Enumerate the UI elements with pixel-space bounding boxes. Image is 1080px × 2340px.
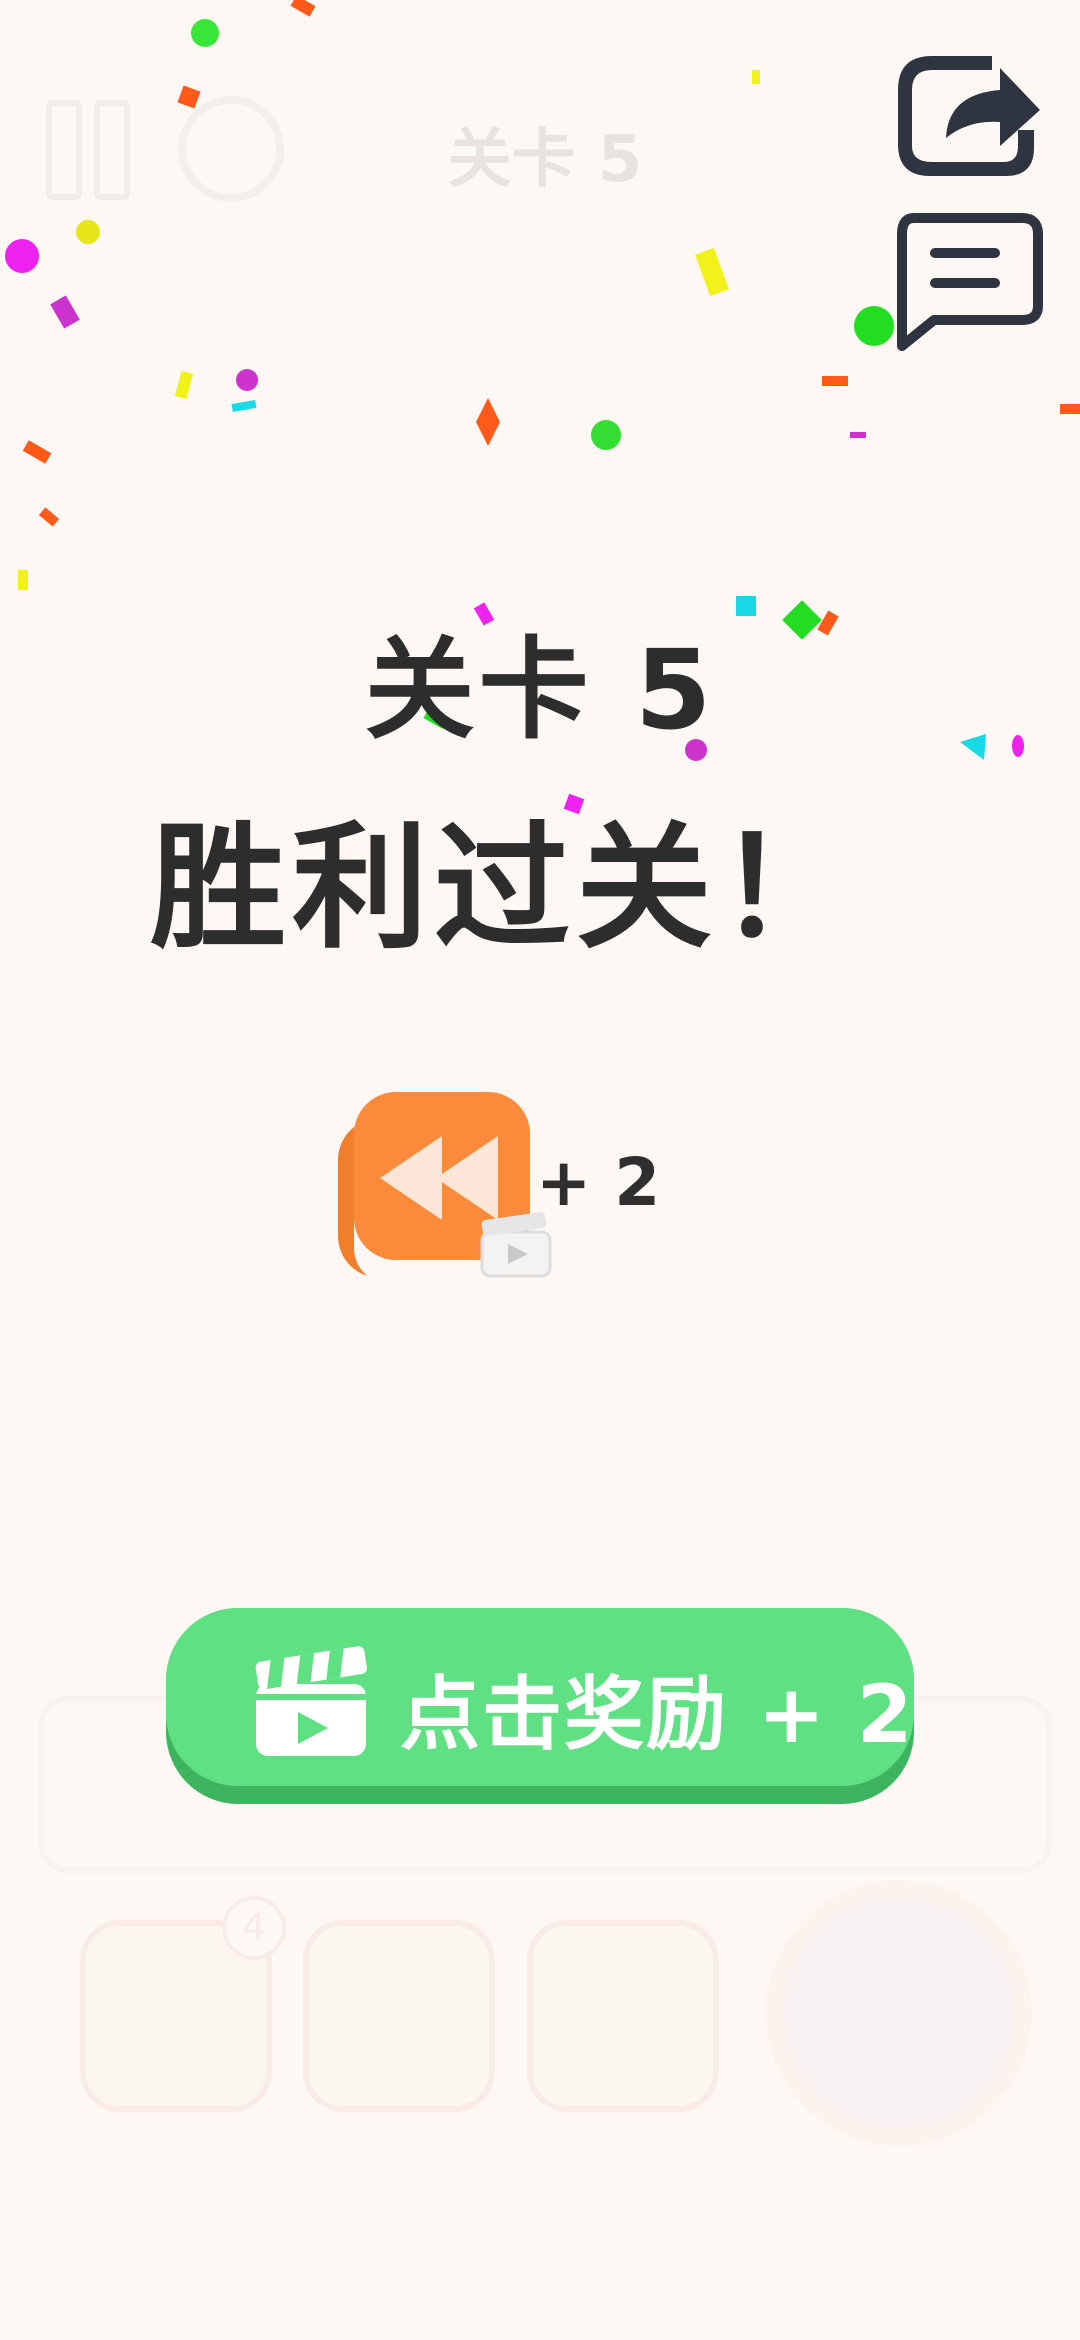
swirl-tool-icon bbox=[766, 1880, 1032, 2146]
level-title: 关卡 5 bbox=[364, 626, 716, 754]
video-clapper-icon bbox=[255, 1646, 367, 1756]
win-message: 胜利过关！ bbox=[150, 810, 860, 968]
watch-ad-reward-button[interactable]: 点击奖励 + 2 bbox=[166, 1608, 914, 1804]
undo-tool-badge: 4 bbox=[222, 1896, 286, 1960]
undo-tool-icon: 4 bbox=[80, 1896, 286, 2112]
reward-display: + 2 bbox=[338, 1090, 668, 1290]
watch-ad-reward-label: 点击奖励 + 2 bbox=[400, 1668, 915, 1761]
reward-amount: + 2 bbox=[536, 1144, 661, 1221]
search-tool-icon bbox=[303, 1920, 495, 2112]
shuffle-tool-icon bbox=[527, 1920, 719, 2112]
share-button[interactable] bbox=[892, 50, 1044, 180]
message-button[interactable] bbox=[892, 212, 1044, 352]
